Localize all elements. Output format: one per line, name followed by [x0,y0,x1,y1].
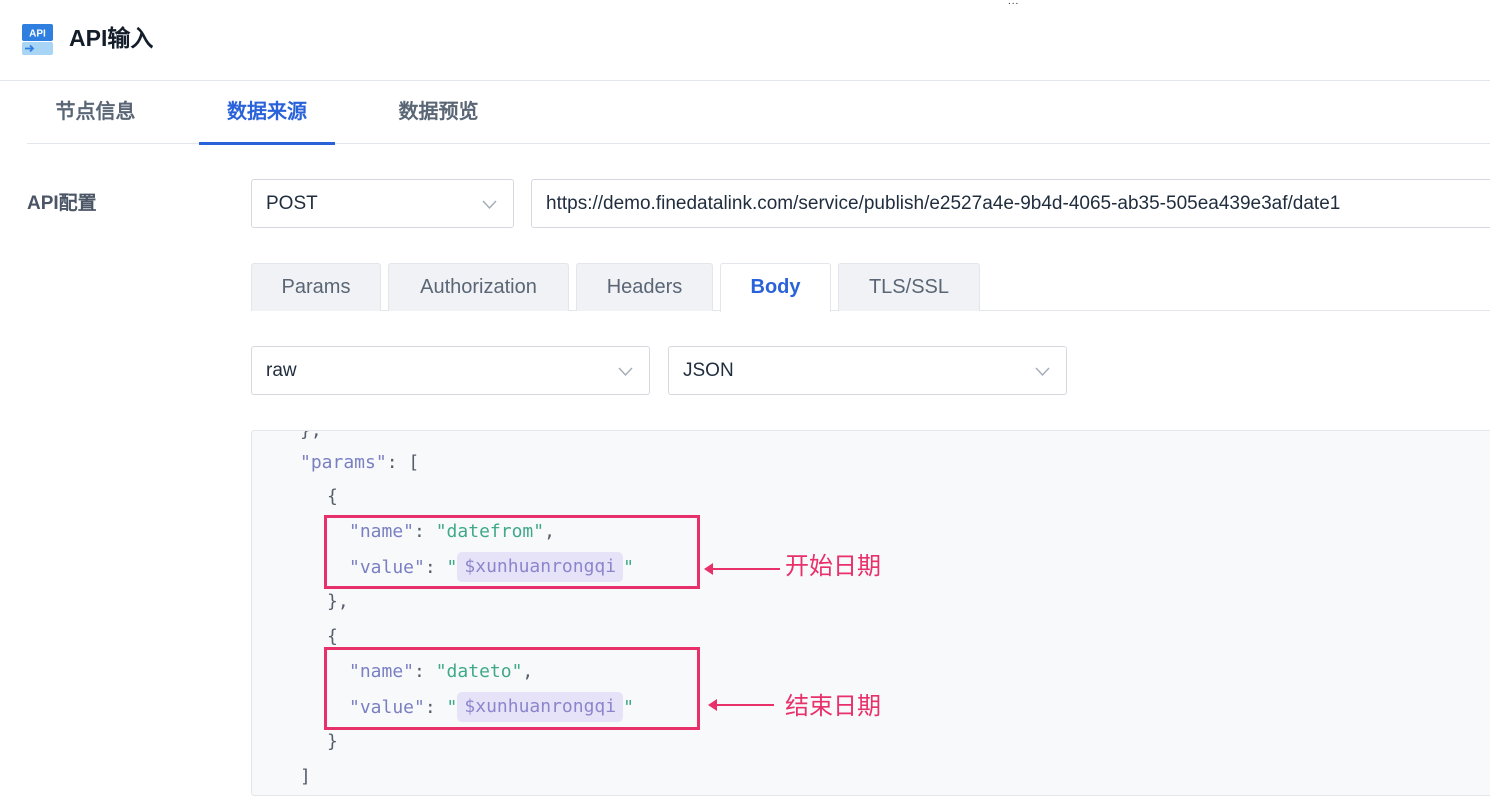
tab-body[interactable]: Body [720,263,831,312]
code-line: ] [300,766,311,787]
json-body-editor[interactable]: }, "params": [ { "name": "datefrom", "va… [251,430,1490,796]
body-type-value: raw [266,360,297,381]
highlight-box-start-date [324,515,700,589]
url-input[interactable] [531,179,1490,228]
body-type-select[interactable]: raw [251,346,650,395]
code-line: }, [327,591,349,612]
arrow-left-icon [708,699,774,711]
code-line: { [327,486,338,507]
chevron-down-icon [1035,367,1050,377]
page-header: API API输入 ... [0,0,1490,81]
tab-data-preview[interactable]: 数据预览 [370,81,507,144]
annotation-end-date: 结束日期 [785,693,881,720]
tab-authorization[interactable]: Authorization [388,263,569,311]
tab-data-source[interactable]: 数据来源 [199,81,335,145]
api-config-label: API配置 [27,193,97,214]
arrow-left-icon [704,563,780,575]
request-subtabs: Params Authorization Headers Body TLS/SS… [251,263,1490,312]
tab-headers[interactable]: Headers [576,263,713,311]
highlight-box-end-date [324,647,700,730]
method-select[interactable]: POST [251,179,514,228]
api-input-icon: API [22,24,53,55]
content-type-select[interactable]: JSON [668,346,1067,395]
tab-params[interactable]: Params [251,263,381,311]
annotation-start-date: 开始日期 [785,553,881,580]
page-title: API输入 [69,25,154,51]
code-line: }, [300,430,322,441]
code-line: } [327,731,338,752]
code-line: "params": [ [300,452,420,473]
method-value: POST [266,193,318,214]
main-tabs: 节点信息 数据来源 数据预览 [27,81,1490,145]
content-type-value: JSON [683,360,734,381]
chevron-down-icon [482,200,497,210]
tab-node-info[interactable]: 节点信息 [27,81,164,144]
api-icon-text: API [29,29,46,40]
stray-mark: ... [1008,0,1020,7]
tab-tls-ssl[interactable]: TLS/SSL [838,263,980,311]
chevron-down-icon [618,367,633,377]
